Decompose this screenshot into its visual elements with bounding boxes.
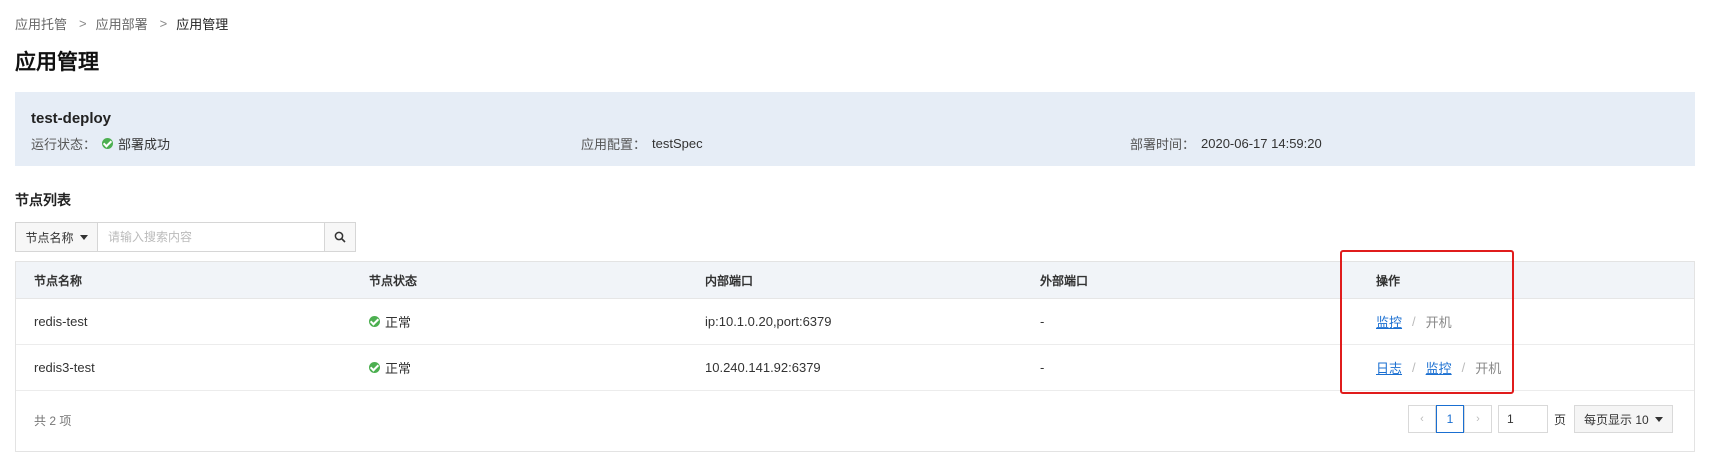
external-port: - <box>1040 359 1045 375</box>
column-header-actions: 操作 <box>1376 273 1401 288</box>
run-status-value-wrap: 部署成功 <box>102 134 170 153</box>
column-header-node-name: 节点名称 <box>34 273 83 288</box>
caret-down-icon <box>79 234 88 240</box>
search-field-select[interactable]: 节点名称 <box>16 223 98 251</box>
page-size-select[interactable]: 每页显示 10 <box>1574 405 1673 433</box>
page-number-current[interactable]: 1 <box>1436 405 1464 433</box>
run-status-value: 部署成功 <box>118 137 171 152</box>
node-name: redis-test <box>34 313 88 329</box>
pagination: ‹ 1 › 页 每页显示 10 <box>1408 405 1673 433</box>
page-jump-input[interactable] <box>1498 405 1548 433</box>
node-name: redis3-test <box>34 359 95 375</box>
node-list-title: 节点列表 <box>15 192 71 208</box>
deployment-summary-panel: test-deploy 运行状态： 部署成功 应用配置： testSpec 部署… <box>15 92 1695 166</box>
app-name: test-deploy <box>31 110 112 127</box>
status-ok-icon <box>369 315 380 327</box>
run-status-field: 运行状态： 部署成功 <box>31 134 170 153</box>
caret-down-icon <box>1654 416 1663 422</box>
row-actions: 监控 / 开机 <box>1376 298 1452 344</box>
breadcrumb-separator: > <box>79 16 87 31</box>
column-header-external-port: 外部端口 <box>1040 273 1089 288</box>
page-unit-label: 页 <box>1554 412 1567 427</box>
prev-page-button[interactable]: ‹ <box>1408 405 1436 433</box>
page-size-label: 每页显示 10 <box>1584 412 1649 427</box>
breadcrumb-current: 应用管理 <box>176 17 229 32</box>
app-config-field: 应用配置： testSpec <box>581 134 703 153</box>
table-header: 节点名称 节点状态 内部端口 外部端口 操作 <box>16 262 1694 299</box>
breadcrumb-item-app-deploy[interactable]: 应用部署 <box>96 14 148 33</box>
node-table: 节点名称 节点状态 内部端口 外部端口 操作 redis-test 正常 ip:… <box>15 261 1695 452</box>
run-status-label: 运行状态： <box>31 137 97 152</box>
node-status-text: 正常 <box>385 360 412 376</box>
column-header-node-status: 节点状态 <box>369 273 418 288</box>
deploy-time-label: 部署时间： <box>1130 137 1196 152</box>
node-status: 正常 <box>369 298 411 344</box>
deploy-time-field: 部署时间： 2020-06-17 14:59:20 <box>1130 134 1322 153</box>
table-row: redis-test 正常 ip:10.1.0.20,port:6379 - 监… <box>16 298 1694 345</box>
app-config-value: testSpec <box>652 136 703 151</box>
internal-port: ip:10.1.0.20,port:6379 <box>705 313 832 329</box>
page-title: 应用管理 <box>15 51 99 74</box>
app-management-page: 应用托管 > 应用部署 > 应用管理 应用管理 test-deploy 运行状态… <box>0 0 1709 465</box>
search-input[interactable] <box>98 223 324 251</box>
power-on-action[interactable]: 开机 <box>1426 312 1452 331</box>
node-status-text: 正常 <box>385 314 412 330</box>
next-page-button[interactable]: › <box>1464 405 1492 433</box>
search-button[interactable] <box>324 223 355 251</box>
action-separator: / <box>1412 313 1416 329</box>
search-field-label: 节点名称 <box>25 230 74 245</box>
status-ok-icon <box>369 361 380 373</box>
internal-port: 10.240.141.92:6379 <box>705 359 821 375</box>
power-on-action[interactable]: 开机 <box>1475 358 1501 377</box>
success-check-icon <box>102 138 114 149</box>
search-icon <box>334 231 346 243</box>
column-header-internal-port: 内部端口 <box>705 273 754 288</box>
node-status: 正常 <box>369 344 411 390</box>
log-link[interactable]: 日志 <box>1376 358 1402 377</box>
action-separator: / <box>1461 359 1466 375</box>
external-port: - <box>1040 313 1045 329</box>
breadcrumb: 应用托管 > 应用部署 > 应用管理 <box>15 14 228 33</box>
monitor-link[interactable]: 监控 <box>1426 358 1452 377</box>
action-separator: / <box>1412 359 1416 375</box>
breadcrumb-separator: > <box>159 16 168 31</box>
table-row: redis3-test 正常 10.240.141.92:6379 - 日志 /… <box>16 344 1694 391</box>
app-config-label: 应用配置： <box>581 137 647 152</box>
monitor-link[interactable]: 监控 <box>1376 312 1402 331</box>
node-search-bar: 节点名称 <box>15 222 356 252</box>
deploy-time-value: 2020-06-17 14:59:20 <box>1201 136 1322 151</box>
breadcrumb-item-app-hosting[interactable]: 应用托管 <box>15 14 67 33</box>
row-actions: 日志 / 监控 / 开机 <box>1376 344 1501 390</box>
total-count: 共 2 项 <box>34 414 72 428</box>
